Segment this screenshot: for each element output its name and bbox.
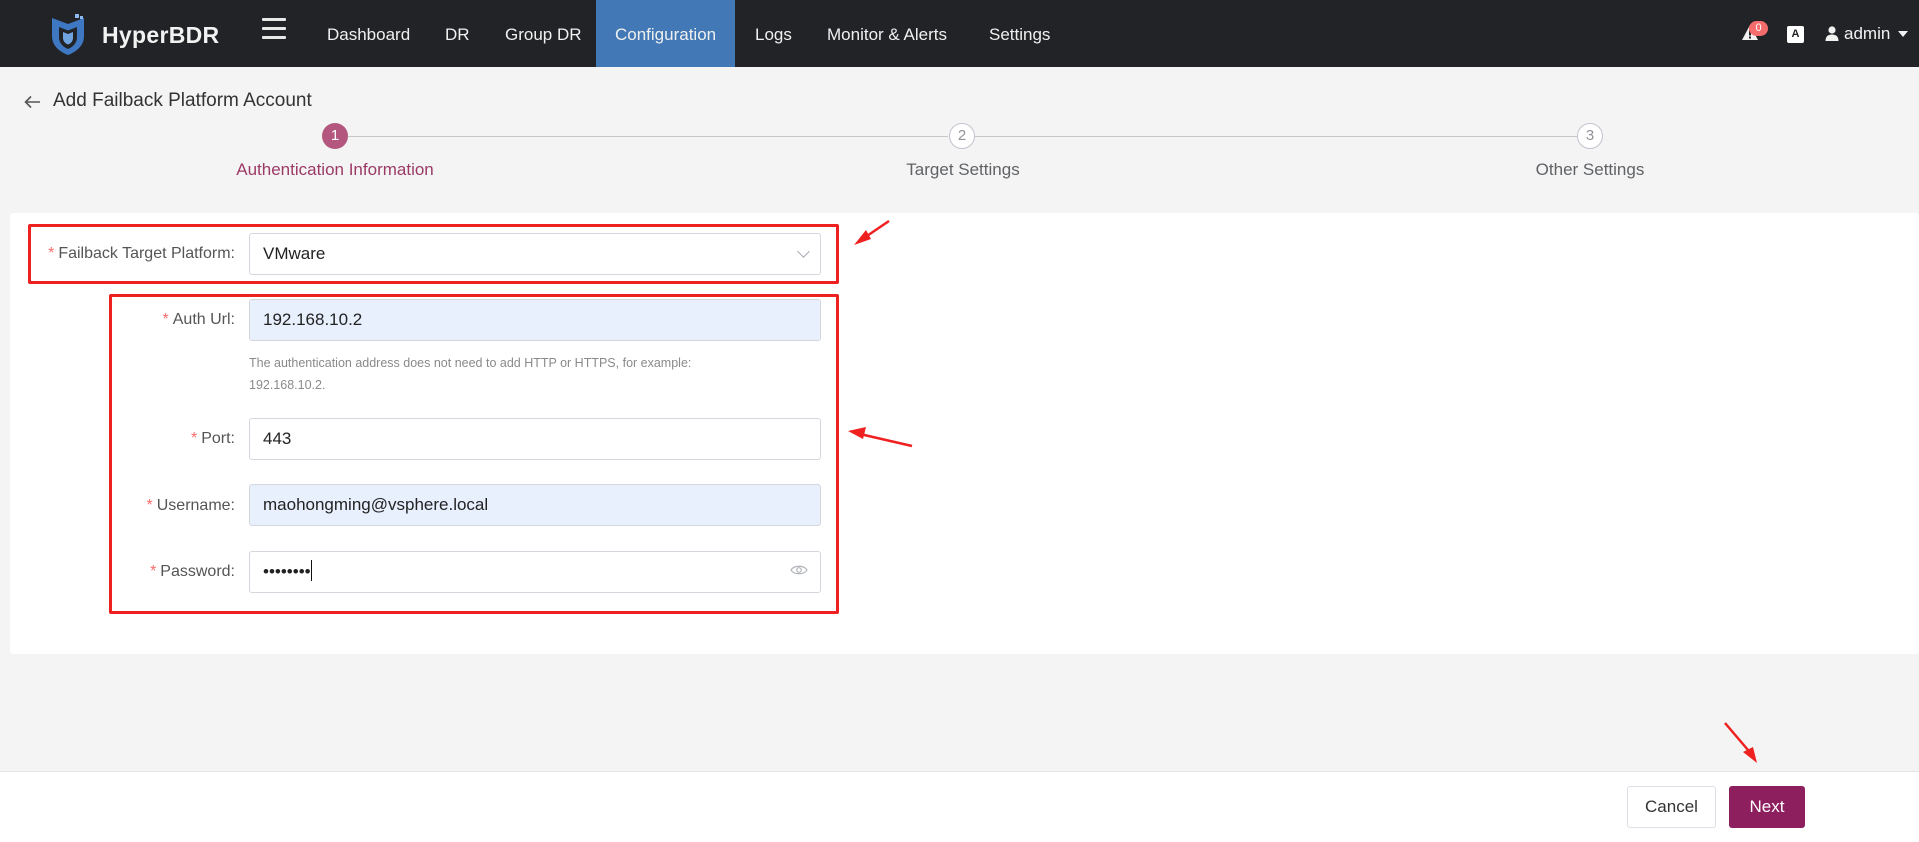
cancel-button[interactable]: Cancel (1627, 786, 1716, 828)
step-1-indicator: 1 (322, 123, 348, 149)
app-name: HyperBDR (102, 21, 220, 48)
next-button[interactable]: Next (1729, 786, 1805, 828)
user-name: admin (1844, 24, 1891, 43)
language-icon[interactable]: A (1787, 26, 1804, 43)
menu-toggle-icon[interactable] (262, 18, 286, 40)
shield-logo-icon (52, 14, 84, 55)
annotation-box-credentials (109, 294, 839, 614)
nav-settings[interactable]: Settings (989, 0, 1050, 67)
step-1-label: Authentication Information (236, 160, 434, 179)
nav-dashboard[interactable]: Dashboard (327, 0, 410, 67)
step-3-label: Other Settings (1535, 160, 1645, 179)
step-connector (975, 136, 1577, 137)
logo[interactable]: HyperBDR (48, 14, 219, 56)
nav-logs[interactable]: Logs (755, 0, 792, 67)
step-3-indicator: 3 (1577, 123, 1603, 149)
step-2-indicator: 2 (949, 123, 975, 149)
page-title: Add Failback Platform Account (53, 90, 312, 111)
annotation-arrow-icon (1724, 722, 1757, 763)
nav-monitor-alerts[interactable]: Monitor & Alerts (827, 0, 947, 67)
user-menu[interactable]: admin (1825, 0, 1909, 67)
step-connector (348, 136, 948, 137)
top-nav-bar: HyperBDR Dashboard DR Group DR Configura… (0, 0, 1919, 67)
annotation-arrow-icon (854, 219, 890, 245)
nav-configuration[interactable]: Configuration (596, 0, 736, 67)
alert-count-badge: 0 (1749, 21, 1768, 36)
back-arrow-icon[interactable] (24, 92, 41, 115)
nav-dr[interactable]: DR (445, 0, 470, 67)
caret-down-icon (1898, 30, 1909, 37)
annotation-arrow-icon (848, 427, 913, 448)
user-icon (1825, 26, 1839, 41)
nav-group-dr[interactable]: Group DR (505, 0, 582, 67)
annotation-box-platform (28, 224, 839, 284)
step-2-label: Target Settings (906, 160, 1020, 179)
